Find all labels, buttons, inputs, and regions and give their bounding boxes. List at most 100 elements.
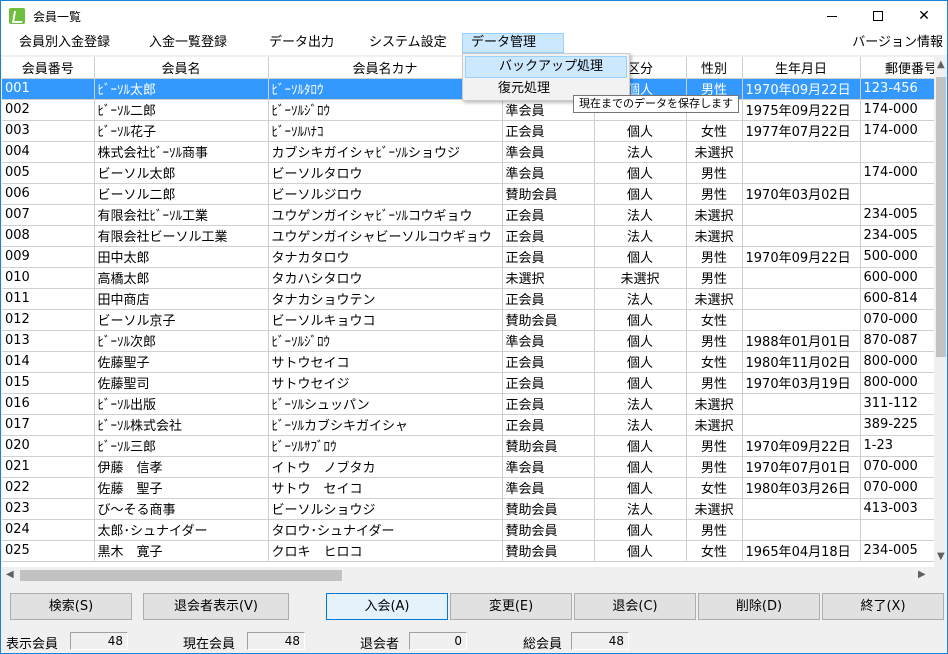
table-row[interactable]: 010 高橋太郎 タカハシタロウ 未選択 未選択 男性 600-000 <box>2 267 934 289</box>
cell-birthdate <box>742 414 861 436</box>
window-title: 会員一覧 <box>33 10 82 24</box>
cell-postal-code: 800-000 <box>860 372 934 394</box>
cell-birthdate <box>742 141 861 163</box>
app-icon <box>9 8 25 24</box>
cell-category: 個人 <box>594 330 687 352</box>
table-row[interactable]: 008 有限会社ビーソル工業 ユウゲンガイシャビーソルコウギョウ 正会員 法人 未選択 23… <box>2 225 934 247</box>
table-row[interactable]: 021 伊藤 信孝 イトウ ノブタカ 準会員 個人 男性 1970年07月01日 070-00… <box>2 456 934 478</box>
table-row[interactable]: 009 田中太郎 タナカタロウ 正会員 個人 男性 1970年09月22日 500-000 <box>2 246 934 268</box>
menu-payment-list[interactable]: 入金一覧登録 <box>141 33 235 53</box>
cell-member-name: ﾋﾞｰｿﾙ株式会社 <box>94 414 269 436</box>
cell-postal-code: 174-000 <box>860 99 934 121</box>
cell-birthdate <box>742 267 861 289</box>
search-button[interactable]: 検索(S) <box>10 593 132 620</box>
join-button[interactable]: 入会(A) <box>326 593 448 620</box>
withdraw-button[interactable]: 退会(C) <box>574 593 696 620</box>
cell-member-number: 015 <box>2 372 95 394</box>
cell-member-name: 高橋太郎 <box>94 267 269 289</box>
table-row[interactable]: 003 ﾋﾞｰｿﾙ花子 ﾋﾞｰｿﾙﾊﾅｺ 正会員 個人 女性 1977年07月22日 174-… <box>2 120 934 142</box>
cell-member-kana: ビーソルキョウコ <box>268 309 503 331</box>
table-row[interactable]: 020 ﾋﾞｰｿﾙ三郎 ﾋﾞｰｿﾙｻﾌﾞﾛｳ 賛助会員 個人 男性 1970年09月22日 1… <box>2 435 934 457</box>
cell-category: 未選択 <box>594 267 687 289</box>
table-row[interactable]: 022 佐藤 聖子 サトウ セイコ 準会員 個人 女性 1980年03月26日 070-000 <box>2 477 934 499</box>
menu-member-payment[interactable]: 会員別入金登録 <box>11 33 118 53</box>
cell-member-number: 014 <box>2 351 95 373</box>
exit-button[interactable]: 終了(X) <box>822 593 944 620</box>
scroll-down-icon[interactable]: ▼ <box>937 551 945 562</box>
table-row[interactable]: 016 ﾋﾞｰｿﾙ出版 ﾋﾞｰｿﾙシュッパン 正会員 法人 未選択 311-112 <box>2 393 934 415</box>
maximize-button[interactable] <box>855 1 901 31</box>
cell-category: 個人 <box>594 162 687 184</box>
cell-birthdate <box>742 498 861 520</box>
cell-postal-code: 800-000 <box>860 351 934 373</box>
cell-member-name: 有限会社ﾋﾞｰｿﾙ工業 <box>94 204 269 226</box>
scroll-right-icon[interactable]: ▶ <box>918 569 926 580</box>
cell-gender: 女性 <box>686 309 743 331</box>
cell-member-number: 025 <box>2 540 95 562</box>
close-button[interactable]: ✕ <box>901 1 947 31</box>
cell-birthdate <box>742 204 861 226</box>
cell-member-type: 正会員 <box>502 225 595 247</box>
delete-button[interactable]: 削除(D) <box>698 593 820 620</box>
status-value-total: 48 <box>571 632 629 650</box>
cell-member-name: び～そる商事 <box>94 498 269 520</box>
cell-member-type: 準会員 <box>502 330 595 352</box>
header-member-number[interactable]: 会員番号 <box>2 57 95 79</box>
table-row[interactable]: 025 黒木 寛子 クロキ ヒロコ 賛助会員 個人 女性 1965年04月18日 234-00… <box>2 540 934 562</box>
menu-data-management[interactable]: データ管理 <box>462 33 564 53</box>
cell-member-kana: タロウ･シュナイダー <box>268 519 503 541</box>
table-row[interactable]: 024 太郎･シュナイダー タロウ･シュナイダー 賛助会員 個人 男性 <box>2 519 934 541</box>
show-withdrawn-button[interactable]: 退会者表示(V) <box>143 593 289 620</box>
cell-member-name: 田中太郎 <box>94 246 269 268</box>
cell-postal-code: 413-003 <box>860 498 934 520</box>
table-row[interactable]: 014 佐藤聖子 サトウセイコ 正会員 個人 女性 1980年11月02日 800-000 <box>2 351 934 373</box>
cell-member-kana: タナカタロウ <box>268 246 503 268</box>
menu-version-info[interactable]: バージョン情報 <box>852 33 943 53</box>
cell-member-name: ビーソル京子 <box>94 309 269 331</box>
cell-member-kana: ビーソルタロウ <box>268 162 503 184</box>
cell-birthdate: 1970年07月01日 <box>742 456 861 478</box>
backup-tooltip: 現在までのデータを保存します <box>573 95 739 113</box>
cell-member-type: 正会員 <box>502 393 595 415</box>
cell-postal-code: 600-814 <box>860 288 934 310</box>
cell-member-name: 佐藤聖司 <box>94 372 269 394</box>
cell-member-name: ﾋﾞｰｿﾙ二郎 <box>94 99 269 121</box>
header-member-name[interactable]: 会員名 <box>94 57 269 79</box>
table-row[interactable]: 002 ﾋﾞｰｿﾙ二郎 ﾋﾞｰｿﾙｼﾞﾛｳ 準会員 1975年09月22日 174-000 <box>2 99 934 121</box>
table-row[interactable]: 011 田中商店 タナカショウテン 正会員 法人 未選択 600-814 <box>2 288 934 310</box>
cell-member-type: 賛助会員 <box>502 183 595 205</box>
header-postal-code[interactable]: 郵便番号 <box>860 57 934 79</box>
cell-member-name: ビーソル二郎 <box>94 183 269 205</box>
vertical-scroll-thumb[interactable] <box>936 77 946 357</box>
cell-birthdate: 1980年03月26日 <box>742 477 861 499</box>
maximize-icon <box>873 11 883 21</box>
minimize-button[interactable] <box>809 1 855 31</box>
header-birthdate[interactable]: 生年月日 <box>742 57 861 79</box>
menu-item-backup[interactable]: バックアップ処理 <box>465 56 627 78</box>
scroll-up-icon[interactable]: ▲ <box>937 59 945 70</box>
scroll-left-icon[interactable]: ◀ <box>6 569 14 580</box>
menu-system-settings[interactable]: システム設定 <box>361 33 455 53</box>
table-row[interactable]: 023 び～そる商事 ビーソルショウジ 賛助会員 法人 未選択 413-003 <box>2 498 934 520</box>
table-row[interactable]: 005 ビーソル太郎 ビーソルタロウ 準会員 個人 男性 174-000 <box>2 162 934 184</box>
cell-birthdate: 1970年03月02日 <box>742 183 861 205</box>
table-row[interactable]: 004 株式会社ﾋﾞｰｿﾙ商事 カブシキガイシャﾋﾞｰｿﾙショウジ 準会員 法人 未選択 <box>2 141 934 163</box>
cell-category: 個人 <box>594 120 687 142</box>
table-row[interactable]: 007 有限会社ﾋﾞｰｿﾙ工業 ユウゲンガイシャﾋﾞｰｿﾙコウギョウ 正会員 法人 未選択… <box>2 204 934 226</box>
cell-birthdate <box>742 225 861 247</box>
horizontal-scrollbar[interactable]: ◀ ▶ <box>2 567 934 584</box>
edit-button[interactable]: 変更(E) <box>450 593 572 620</box>
vertical-scrollbar[interactable]: ▲ ▼ <box>934 57 947 567</box>
table-row[interactable]: 015 佐藤聖司 サトウセイジ 正会員 個人 男性 1970年03月19日 800-000 <box>2 372 934 394</box>
header-gender[interactable]: 性別 <box>686 57 743 79</box>
cell-category: 法人 <box>594 225 687 247</box>
table-row[interactable]: 012 ビーソル京子 ビーソルキョウコ 賛助会員 個人 女性 070-000 <box>2 309 934 331</box>
status-value-withdrawn: 0 <box>409 632 467 650</box>
menu-data-export[interactable]: データ出力 <box>261 33 342 53</box>
table-row[interactable]: 013 ﾋﾞｰｿﾙ次郎 ﾋﾞｰｿﾙｼﾞﾛｳ 準会員 個人 男性 1988年01月01日 870… <box>2 330 934 352</box>
table-row[interactable]: 006 ビーソル二郎 ビーソルジロウ 賛助会員 個人 男性 1970年03月02日 <box>2 183 934 205</box>
data-management-menu: バックアップ処理 復元処理 <box>462 53 630 101</box>
table-row[interactable]: 017 ﾋﾞｰｿﾙ株式会社 ﾋﾞｰｿﾙカブシキガイシャ 正会員 法人 未選択 389-225 <box>2 414 934 436</box>
cell-member-name: 伊藤 信孝 <box>94 456 269 478</box>
horizontal-scroll-thumb[interactable] <box>20 570 342 581</box>
